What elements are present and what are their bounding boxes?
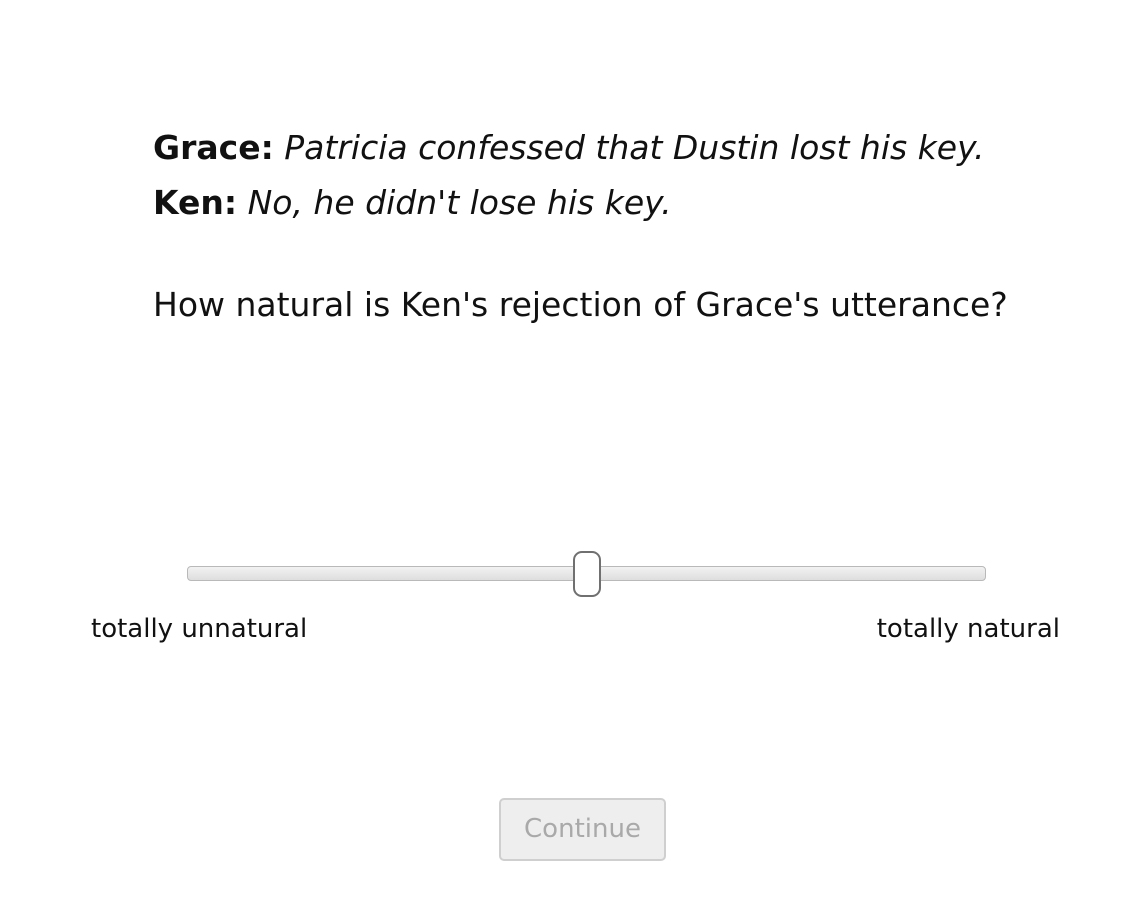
continue-button[interactable]: Continue bbox=[499, 798, 666, 861]
speaker-name: Grace: bbox=[153, 128, 274, 167]
dialogue-line-ken: Ken: No, he didn't lose his key. bbox=[153, 175, 985, 230]
question-prompt: How natural is Ken's rejection of Grace'… bbox=[153, 285, 1008, 324]
speaker-name: Ken: bbox=[153, 183, 238, 222]
slider-max-label: totally natural bbox=[876, 614, 1060, 644]
utterance-text: No, he didn't lose his key. bbox=[247, 183, 672, 222]
slider-min-label: totally unnatural bbox=[91, 614, 308, 644]
dialogue: Grace: Patricia confessed that Dustin lo… bbox=[153, 120, 985, 230]
rating-slider-handle[interactable] bbox=[572, 551, 601, 597]
dialogue-line-grace: Grace: Patricia confessed that Dustin lo… bbox=[153, 120, 985, 175]
utterance-text: Patricia confessed that Dustin lost his … bbox=[284, 128, 985, 167]
